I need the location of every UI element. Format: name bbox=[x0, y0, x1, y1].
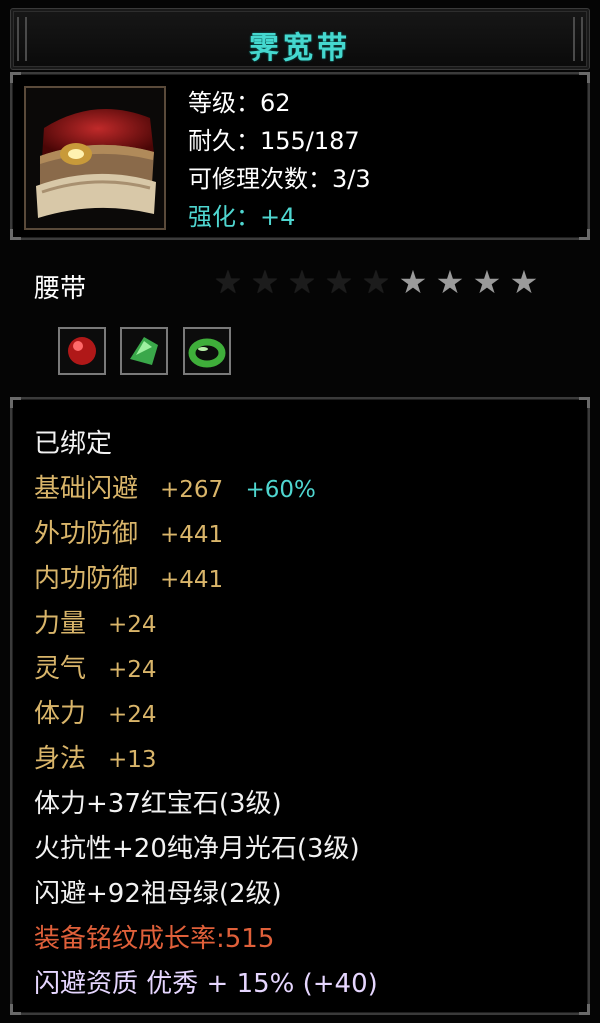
attribute-row: 基础闪避 +267 +60% bbox=[34, 469, 316, 510]
durability-stat: 耐久：155/187 bbox=[188, 127, 360, 155]
attribute-label: 基础闪避 bbox=[34, 474, 139, 504]
attribute-row: 外功防御 +441 bbox=[34, 514, 223, 555]
star-icon: ★ bbox=[398, 263, 428, 301]
gem-bonus-line: 火抗性+20纯净月光石(3级) bbox=[34, 834, 360, 864]
star-icon: ★ bbox=[250, 263, 280, 301]
item-icon bbox=[24, 86, 166, 230]
star-icon: ★ bbox=[324, 263, 354, 301]
attribute-row: 力量 +24 bbox=[34, 604, 157, 645]
attribute-label: 身法 bbox=[34, 744, 87, 774]
bound-status: 已绑定 bbox=[34, 429, 113, 459]
attribute-bonus: +60% bbox=[245, 477, 316, 503]
jade-ring-gem-icon[interactable] bbox=[183, 327, 231, 375]
attribute-value: +24 bbox=[108, 612, 157, 638]
growth-rate-line: 装备铭纹成长率:515 bbox=[34, 924, 275, 954]
belt-icon bbox=[26, 88, 164, 228]
attribute-label: 内功防御 bbox=[34, 564, 139, 594]
star-icon: ★ bbox=[361, 263, 391, 301]
attribute-value: +441 bbox=[160, 567, 224, 593]
emerald-gem-icon[interactable] bbox=[120, 327, 168, 375]
attribute-value: +13 bbox=[108, 747, 157, 773]
item-name: 霁宽带 bbox=[249, 31, 351, 66]
item-tooltip: 霁宽带 等级：62 耐久：155/187 可修理次数：3/3 强化：+4 腰带 … bbox=[0, 0, 600, 1023]
attribute-label: 体力 bbox=[34, 699, 87, 729]
star-rating: ★ ★ ★ ★ ★ ★ ★ ★ ★ bbox=[212, 266, 540, 300]
attribute-row: 灵气 +24 bbox=[34, 649, 157, 690]
gem-bonus-line: 闪避+92祖母绿(2级) bbox=[34, 879, 282, 909]
attribute-label: 力量 bbox=[34, 609, 87, 639]
attribute-row: 内功防御 +441 bbox=[34, 559, 223, 600]
tooltip-header: 霁宽带 bbox=[10, 8, 590, 70]
attribute-value: +267 bbox=[160, 477, 224, 503]
gem-bonus-line: 体力+37红宝石(3级) bbox=[34, 789, 282, 819]
enhance-stat: 强化：+4 bbox=[188, 203, 296, 231]
star-icon: ★ bbox=[509, 263, 539, 301]
quality-line: 闪避资质 优秀 + 15% (+40) bbox=[34, 969, 378, 999]
attribute-row: 身法 +13 bbox=[34, 739, 157, 780]
item-type: 腰带 bbox=[34, 274, 87, 304]
star-icon: ★ bbox=[213, 263, 243, 301]
star-icon: ★ bbox=[472, 263, 502, 301]
repair-count-stat: 可修理次数：3/3 bbox=[188, 165, 371, 193]
level-stat: 等级：62 bbox=[188, 89, 291, 117]
attribute-value: +24 bbox=[108, 702, 157, 728]
attribute-value: +24 bbox=[108, 657, 157, 683]
ruby-gem-icon[interactable] bbox=[58, 327, 106, 375]
attribute-label: 外功防御 bbox=[34, 519, 139, 549]
star-icon: ★ bbox=[287, 263, 317, 301]
attribute-value: +441 bbox=[160, 522, 224, 548]
attribute-row: 体力 +24 bbox=[34, 694, 157, 735]
attribute-label: 灵气 bbox=[34, 654, 87, 684]
star-icon: ★ bbox=[435, 263, 465, 301]
